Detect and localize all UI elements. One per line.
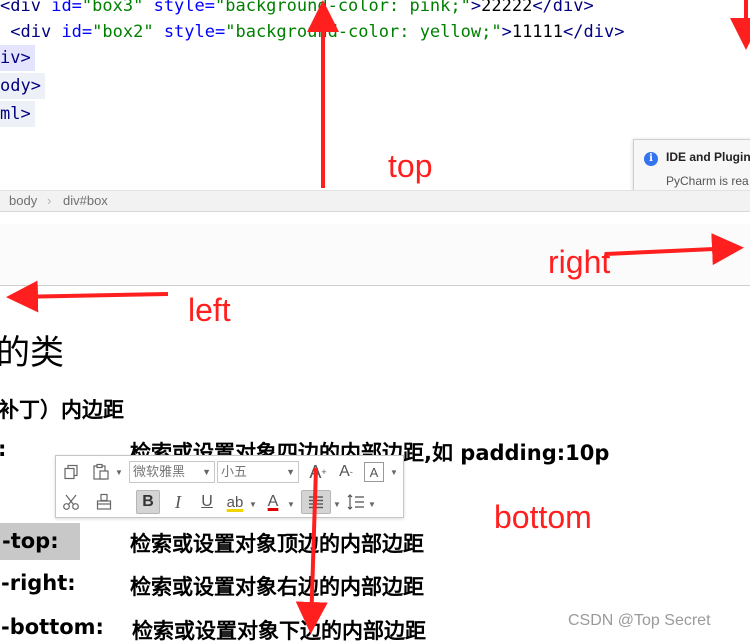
grow-font-sup: +	[321, 467, 327, 477]
label-bottom: bottom	[494, 499, 592, 535]
shrink-font-glyph: A	[339, 463, 350, 480]
font-size-value: 小五	[221, 464, 248, 479]
format-icon[interactable]: A	[364, 462, 384, 482]
code-token: >	[501, 22, 512, 42]
code-token: id=	[61, 22, 93, 42]
chevron-down-icon: ▼	[202, 467, 211, 477]
highlight-glyph: ab	[226, 493, 244, 511]
label-top: top	[388, 148, 433, 184]
code-token: </div>	[563, 22, 625, 42]
notification-title: IDE and Plugin	[666, 150, 750, 164]
subheading: 补丁）内边距	[0, 398, 124, 422]
code-token: >	[470, 0, 482, 16]
copy-icon[interactable]	[59, 460, 83, 484]
breadcrumb: body › div#box	[0, 190, 750, 212]
code-line-body-close[interactable]: ody>	[0, 73, 45, 99]
breadcrumb-separator: ›	[47, 193, 52, 208]
property-name: -right:	[1, 571, 76, 595]
label-left: left	[188, 292, 231, 328]
code-token: </div>	[532, 0, 594, 16]
grow-font-glyph: A	[309, 461, 322, 482]
mini-format-toolbar: ▼ 微软雅黑 ▼ 小五 ▼ A + A- A ▼ B I U ab ▼ A ▼ ▼ ▼	[55, 455, 404, 518]
code-token: style=	[143, 0, 215, 16]
shrink-font-sup: -	[349, 467, 353, 477]
code-token: 22222	[481, 0, 533, 16]
code-line-box2[interactable]: <div id="box2" style="background-color: …	[0, 19, 624, 45]
code-line-html-close[interactable]: ml>	[0, 101, 35, 127]
watermark: CSDN @Top Secret	[568, 612, 711, 629]
code-token: style=	[153, 22, 226, 42]
format-glyph: A	[369, 464, 379, 480]
code-token: div	[20, 22, 62, 42]
underline-icon[interactable]: U	[195, 490, 219, 514]
code-token: 11111	[511, 22, 564, 42]
code-token: ody>	[0, 76, 41, 96]
underline-glyph: U	[201, 493, 213, 510]
highlight-icon[interactable]: ab	[223, 490, 247, 514]
breadcrumb-item-div[interactable]: div#box	[63, 191, 108, 211]
code-line-box3[interactable]: <div id="box3" style="background-color: …	[0, 0, 594, 19]
line-spacing-icon[interactable]	[344, 490, 368, 514]
code-line-div-close[interactable]: iv>	[0, 45, 35, 71]
code-token: ml>	[0, 104, 31, 124]
grow-font-icon[interactable]: A +	[306, 460, 330, 484]
align-icon[interactable]	[301, 490, 331, 514]
chevron-down-icon[interactable]: ▼	[115, 468, 123, 477]
heading-fragment: 的类	[0, 333, 64, 373]
code-token: "box2"	[92, 22, 154, 42]
code-token: iv>	[0, 48, 31, 68]
empty-panel	[0, 224, 750, 286]
property-description: 检索或设置对象顶边的内部边距	[130, 532, 424, 556]
font-color-glyph: A	[267, 493, 279, 510]
chevron-down-icon[interactable]: ▼	[287, 500, 295, 509]
font-name-value: 微软雅黑	[133, 464, 186, 479]
chevron-down-icon[interactable]: ▼	[333, 500, 341, 509]
chevron-down-icon[interactable]: ▼	[249, 500, 257, 509]
code-token: <	[0, 22, 21, 42]
code-token: id=	[51, 0, 82, 16]
italic-glyph: I	[175, 491, 181, 512]
italic-icon[interactable]: I	[166, 490, 190, 514]
label-right: right	[548, 244, 611, 280]
cut-icon[interactable]	[59, 490, 83, 514]
breadcrumb-item-body[interactable]: body	[9, 191, 37, 211]
property-name: -bottom:	[1, 615, 104, 639]
code-token: "background-color: pink;"	[215, 0, 471, 16]
format-painter-icon[interactable]	[92, 490, 116, 514]
bold-glyph: B	[142, 493, 154, 510]
paste-icon[interactable]	[89, 460, 113, 484]
property-description: 检索或设置对象右边的内部边距	[130, 575, 424, 599]
property-name-selected: -top:	[0, 523, 80, 560]
code-token: div	[10, 0, 52, 16]
property-description: 检索或设置对象下边的内部边距	[132, 619, 426, 642]
chevron-down-icon[interactable]: ▼	[368, 500, 376, 509]
shrink-font-icon[interactable]: A-	[334, 460, 358, 484]
notification-body: PyCharm is rea	[666, 174, 749, 188]
code-token: "box3"	[81, 0, 144, 16]
font-size-select[interactable]: 小五 ▼	[217, 461, 299, 483]
property-name: :	[0, 437, 6, 461]
font-color-icon[interactable]: A	[261, 490, 285, 514]
code-token: "background-color: yellow;"	[225, 22, 502, 42]
info-icon: i	[644, 152, 658, 166]
code-editor[interactable]: <div id="box3" style="background-color: …	[0, 0, 750, 204]
code-token: <	[0, 0, 11, 16]
bold-icon[interactable]: B	[136, 490, 160, 514]
chevron-down-icon[interactable]: ▼	[390, 468, 398, 477]
font-name-select[interactable]: 微软雅黑 ▼	[129, 461, 215, 483]
panel-gap	[0, 212, 750, 224]
chevron-down-icon: ▼	[286, 467, 295, 477]
